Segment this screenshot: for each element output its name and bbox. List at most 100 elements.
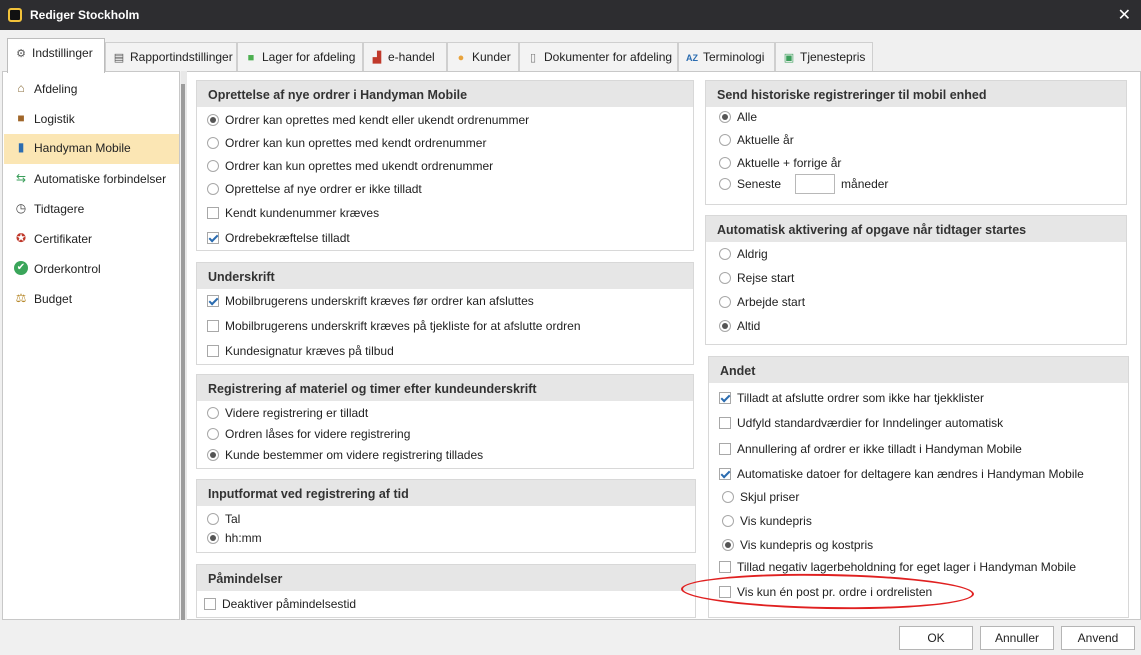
- months-input[interactable]: [795, 174, 836, 194]
- checkbox[interactable]: [207, 232, 219, 244]
- checkbox[interactable]: [207, 345, 219, 357]
- tab-lager-for-afdeling[interactable]: ■ Lager for afdeling: [237, 42, 363, 72]
- cancel-button[interactable]: Annuller: [980, 626, 1054, 650]
- option-mobil-underskrift-afslut[interactable]: Mobilbrugerens underskrift kræves før or…: [207, 292, 534, 310]
- factory-icon: ▟: [372, 52, 382, 64]
- radio-button[interactable]: [719, 178, 731, 190]
- checkbox[interactable]: [204, 598, 216, 610]
- radio-button[interactable]: [207, 428, 219, 440]
- radio-button[interactable]: [207, 532, 219, 544]
- radio-button[interactable]: [722, 515, 734, 527]
- radio-button[interactable]: [719, 320, 731, 332]
- checkbox[interactable]: [207, 207, 219, 219]
- mobile-icon: ▮: [17, 140, 25, 154]
- sidebar-item-automatiske-forbindelser[interactable]: ⇆ Automatiske forbindelser: [4, 165, 179, 193]
- group-historik: Send historiske registreringer til mobil…: [705, 80, 1127, 205]
- radio-button[interactable]: [719, 111, 731, 123]
- sidebar-item-tidtagere[interactable]: ◷ Tidtagere: [4, 195, 179, 223]
- radio-button[interactable]: [207, 160, 219, 172]
- close-icon[interactable]: ✕: [1118, 5, 1131, 25]
- option-ikke-tilladt[interactable]: Oprettelse af nye ordrer er ikke tilladt: [207, 180, 422, 198]
- option-alle[interactable]: Alle: [719, 108, 757, 126]
- tab-kunder[interactable]: ● Kunder: [447, 42, 519, 72]
- window-title: Rediger Stockholm: [30, 8, 140, 22]
- tab-bar: ⚙ Indstillinger ▤ Rapportindstillinger ■ La…: [0, 38, 1141, 73]
- checkbox[interactable]: [719, 417, 731, 429]
- ok-button[interactable]: OK: [899, 626, 973, 650]
- sidebar-item-afdeling[interactable]: ⌂ Afdeling: [4, 75, 179, 103]
- radio-button[interactable]: [722, 491, 734, 503]
- sidebar-item-certifikater[interactable]: ✪ Certifikater: [4, 225, 179, 253]
- option-udfyld-standardvaerdier[interactable]: Udfyld standardværdier for Inndelinger a…: [719, 414, 1003, 432]
- option-aktuelle-aar[interactable]: Aktuelle år: [719, 131, 794, 149]
- tab-indstillinger[interactable]: ⚙ Indstillinger: [7, 38, 105, 73]
- option-videre-tilladt[interactable]: Videre registrering er tilladt: [207, 404, 368, 422]
- radio-button[interactable]: [207, 449, 219, 461]
- option-ordren-laases[interactable]: Ordren låses for videre registrering: [207, 425, 410, 443]
- house-icon: ⌂: [17, 81, 25, 95]
- option-aktuelle-forrige-aar[interactable]: Aktuelle + forrige år: [719, 154, 841, 172]
- checkbox[interactable]: [719, 468, 731, 480]
- option-vis-kundepris-kostpris[interactable]: Vis kundepris og kostpris: [722, 536, 873, 554]
- checkbox[interactable]: [207, 320, 219, 332]
- option-seneste[interactable]: Seneste måneder: [719, 174, 888, 194]
- option-kun-kendt[interactable]: Ordrer kan kun oprettes med kendt ordren…: [207, 134, 486, 152]
- radio-button[interactable]: [207, 183, 219, 195]
- group-title: Oprettelse af nye ordrer i Handyman Mobi…: [197, 81, 693, 107]
- price-icon: ▣: [783, 52, 795, 64]
- option-kendt-kundenummer[interactable]: Kendt kundenummer kræves: [207, 204, 379, 222]
- sidebar-item-budget[interactable]: ⚖ Budget: [4, 285, 179, 313]
- tab-e-handel[interactable]: ▟ e-handel: [363, 42, 447, 72]
- radio-button[interactable]: [719, 248, 731, 260]
- tab-terminologi[interactable]: AZ Terminologi: [678, 42, 775, 72]
- radio-button[interactable]: [719, 272, 731, 284]
- checkbox[interactable]: [207, 295, 219, 307]
- option-tal[interactable]: Tal: [207, 510, 240, 528]
- option-aldrig[interactable]: Aldrig: [719, 245, 768, 263]
- option-rejse-start[interactable]: Rejse start: [719, 269, 794, 287]
- option-hhmm[interactable]: hh:mm: [207, 529, 262, 547]
- tab-rapportindstillinger[interactable]: ▤ Rapportindstillinger: [105, 42, 237, 72]
- checkbox[interactable]: [719, 561, 731, 573]
- option-annullering-ikke-tilladt[interactable]: Annullering af ordrer er ikke tilladt i …: [719, 440, 1022, 458]
- option-deaktiver-pamindelsestid[interactable]: Deaktiver påmindelsestid: [204, 595, 356, 613]
- window-titlebar: Rediger Stockholm ✕: [0, 0, 1141, 30]
- option-skjul-priser[interactable]: Skjul priser: [722, 488, 799, 506]
- scrollbar-thumb[interactable]: [181, 84, 185, 620]
- option-mobil-underskrift-tjekliste[interactable]: Mobilbrugerens underskrift kræves på tje…: [207, 317, 581, 335]
- option-vis-kundepris[interactable]: Vis kundepris: [722, 512, 812, 530]
- group-title: Automatisk aktivering af opgave når tidt…: [706, 216, 1126, 242]
- radio-button[interactable]: [719, 134, 731, 146]
- option-ordrebekraeftelse[interactable]: Ordrebekræftelse tilladt: [207, 229, 350, 247]
- option-automatiske-datoer[interactable]: Automatiske datoer for deltagere kan ænd…: [719, 465, 1084, 483]
- scale-icon: ⚖: [15, 291, 27, 305]
- radio-button[interactable]: [207, 114, 219, 126]
- tab-dokumenter-for-afdeling[interactable]: ▯ Dokumenter for afdeling: [519, 42, 678, 72]
- radio-button[interactable]: [207, 407, 219, 419]
- option-altid[interactable]: Altid: [719, 317, 760, 335]
- option-negativ-lagerbeholdning[interactable]: Tillad negativ lagerbeholdning for eget …: [719, 558, 1076, 576]
- radio-button[interactable]: [207, 137, 219, 149]
- tab-tjenestepris[interactable]: ▣ Tjenestepris: [775, 42, 873, 72]
- radio-button[interactable]: [719, 296, 731, 308]
- sidebar-item-orderkontrol[interactable]: ✔ Orderkontrol: [4, 255, 179, 283]
- sidebar-item-logistik[interactable]: ■ Logistik: [4, 105, 179, 133]
- radio-button[interactable]: [722, 539, 734, 551]
- option-kun-ukendt[interactable]: Ordrer kan kun oprettes med ukendt ordre…: [207, 157, 493, 175]
- option-vis-kun-en-post[interactable]: Vis kun én post pr. ordre i ordrelisten: [719, 583, 932, 601]
- radio-button[interactable]: [719, 157, 731, 169]
- checkbox[interactable]: [719, 586, 731, 598]
- group-underskrift: Underskrift Mobilbrugerens underskrift k…: [196, 262, 694, 365]
- option-kendt-eller-ukendt[interactable]: Ordrer kan oprettes med kendt eller uken…: [207, 111, 529, 129]
- az-icon: AZ: [686, 53, 698, 63]
- radio-button[interactable]: [207, 513, 219, 525]
- checkbox[interactable]: [719, 392, 731, 404]
- group-pamindelser: Påmindelser Deaktiver påmindelsestid: [196, 564, 696, 618]
- option-arbejde-start[interactable]: Arbejde start: [719, 293, 805, 311]
- checkbox[interactable]: [719, 443, 731, 455]
- option-kunde-bestemmer[interactable]: Kunde bestemmer om videre registrering t…: [207, 446, 483, 464]
- sidebar-item-handyman-mobile[interactable]: ▮ Handyman Mobile: [4, 134, 179, 164]
- apply-button[interactable]: Anvend: [1061, 626, 1135, 650]
- option-kundesignatur-tilbud[interactable]: Kundesignatur kræves på tilbud: [207, 342, 394, 360]
- option-afslut-uden-tjekliste[interactable]: Tilladt at afslutte ordrer som ikke har …: [719, 389, 984, 407]
